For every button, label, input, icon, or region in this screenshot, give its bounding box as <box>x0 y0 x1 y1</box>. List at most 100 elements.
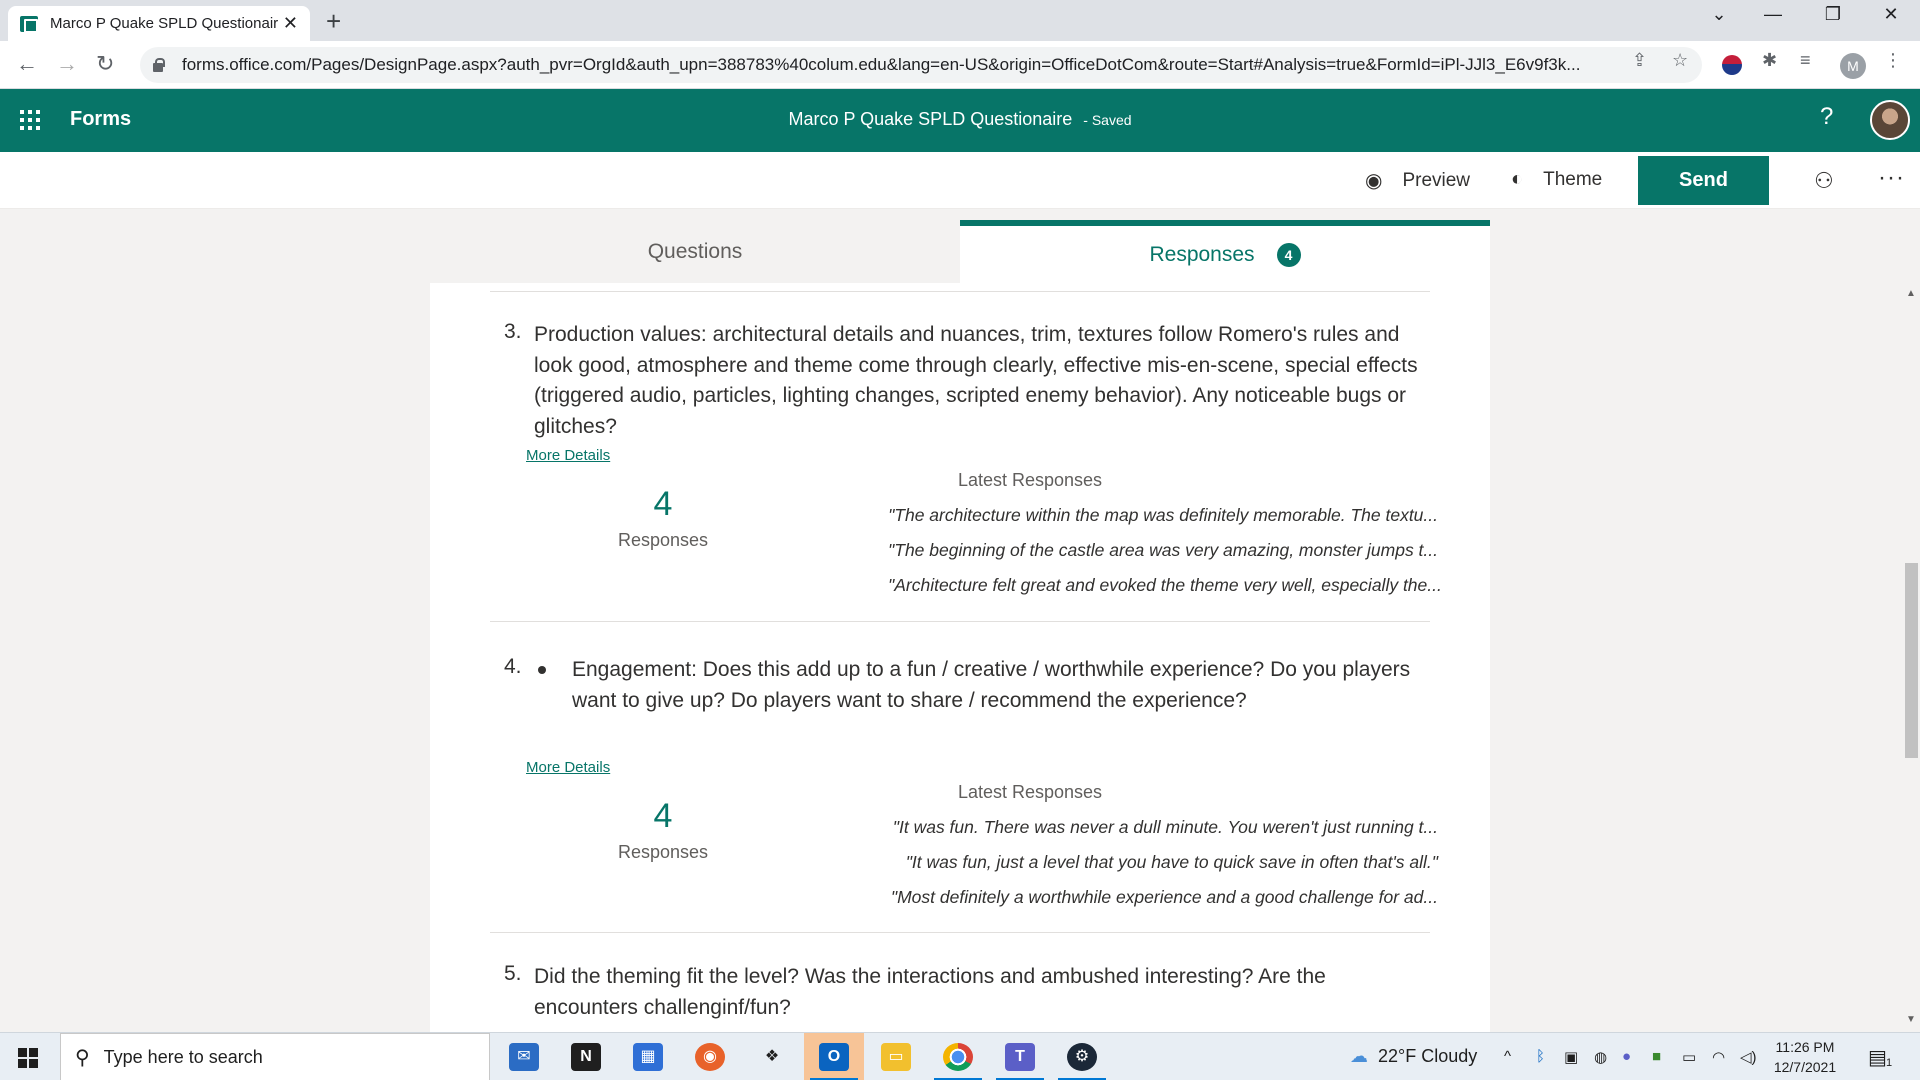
teams-tray-icon[interactable]: ● <box>1622 1048 1631 1065</box>
collaborate-icon[interactable]: ⚇ <box>1814 168 1834 194</box>
windows-taskbar: ⚲ Type here to search ✉ N ▦ ◉ ❖ O ▭ T ⚙ … <box>0 1032 1920 1080</box>
divider <box>490 291 1430 292</box>
clock-date: 12/7/2021 <box>1773 1059 1837 1075</box>
tray-overflow-icon[interactable]: ^ <box>1504 1048 1511 1065</box>
bookmark-star-icon[interactable]: ☆ <box>1672 50 1688 71</box>
steam-app-icon[interactable]: ⚙ <box>1052 1033 1112 1080</box>
divider <box>490 621 1430 622</box>
lock-icon[interactable] <box>152 58 165 72</box>
tab-responses[interactable]: Responses 4 <box>960 220 1490 283</box>
responses-panel: Questions Responses 4 3. Production valu… <box>430 220 1490 1032</box>
question-summary-3: 3. Production values: architectural deta… <box>490 320 1442 595</box>
new-tab-button[interactable]: + <box>326 6 341 36</box>
outlook-app-icon[interactable]: O <box>804 1033 864 1080</box>
more-options-icon[interactable]: ··· <box>1878 164 1905 192</box>
notification-count: 1 <box>1886 1057 1893 1069</box>
mail-app-icon[interactable]: ✉ <box>494 1033 554 1080</box>
teams-app-icon[interactable]: T <box>990 1033 1050 1080</box>
taskbar-clock[interactable]: 11:26 PM 12/7/2021 <box>1765 1037 1845 1077</box>
cloud-icon: ☁ <box>1350 1046 1368 1066</box>
extension-flag-icon[interactable] <box>1722 55 1742 75</box>
question-number: 3. <box>504 320 522 343</box>
windows-start-icon[interactable] <box>18 1048 38 1068</box>
address-bar-row: ← → ↻ forms.office.com/Pages/DesignPage.… <box>0 41 1920 89</box>
close-tab-icon[interactable]: ✕ <box>283 13 298 34</box>
omnibox[interactable]: forms.office.com/Pages/DesignPage.aspx?a… <box>140 47 1702 83</box>
scroll-up-icon[interactable]: ▲ <box>1906 288 1916 299</box>
reload-icon[interactable]: ↻ <box>96 51 114 77</box>
scroll-down-icon[interactable]: ▼ <box>1906 1014 1916 1025</box>
tray-app-icon[interactable]: ◍ <box>1594 1048 1607 1066</box>
response-count: 4 <box>653 485 673 523</box>
preview-button[interactable]: ◉ Preview <box>1365 168 1470 193</box>
volume-icon[interactable]: ◁) <box>1740 1048 1757 1066</box>
weather-widget[interactable]: ☁ 22°F Cloudy <box>1350 1046 1477 1067</box>
scrollbar-thumb[interactable] <box>1905 563 1918 758</box>
browser-tab-strip: Marco P Quake SPLD Questionaire ✕ + ⌄ — … <box>0 0 1920 41</box>
tab-questions[interactable]: Questions <box>430 220 960 283</box>
bluetooth-icon[interactable]: ᛒ <box>1536 1048 1545 1065</box>
forms-header: Forms Marco P Quake SPLD Questionaire - … <box>0 89 1920 152</box>
send-button[interactable]: Send <box>1638 156 1769 205</box>
question-summary-5: 5. Did the theming fit the level? Was th… <box>490 962 1430 1032</box>
browser-tab[interactable]: Marco P Quake SPLD Questionaire ✕ <box>8 6 310 41</box>
saved-status: - Saved <box>1083 112 1132 128</box>
divider <box>490 932 1430 933</box>
dropbox-app-icon[interactable]: ❖ <box>742 1033 802 1080</box>
responses-count-badge: 4 <box>1276 242 1301 267</box>
theme-button[interactable]: ◐ Theme <box>1511 168 1602 191</box>
latest-response: "Most definitely a worthwhile experience… <box>890 887 1438 907</box>
tab-bar: Questions Responses 4 <box>430 220 1490 283</box>
form-title-block: Marco P Quake SPLD Questionaire - Saved <box>0 109 1920 130</box>
tab-search-icon[interactable]: ⌄ <box>1696 4 1742 25</box>
response-count-label: Responses <box>617 530 709 550</box>
firefox-app-icon[interactable]: ◉ <box>680 1033 740 1080</box>
notification-center-icon[interactable]: ▤ <box>1868 1045 1887 1070</box>
url-text[interactable]: forms.office.com/Pages/DesignPage.aspx?a… <box>182 55 1642 75</box>
restore-icon[interactable]: ❐ <box>1810 4 1856 25</box>
latest-responses-heading: Latest Responses <box>957 782 1103 802</box>
question-summary-4: 4. Engagement: Does this add up to a fun… <box>490 652 1438 907</box>
browser-menu-icon[interactable]: ⋮ <box>1884 50 1902 71</box>
theme-label: Theme <box>1543 168 1603 190</box>
latest-response: "The architecture within the map was def… <box>888 505 1438 525</box>
help-icon[interactable]: ? <box>1820 103 1833 131</box>
response-count-label: Responses <box>617 842 709 862</box>
taskbar-search-box[interactable]: ⚲ Type here to search <box>60 1033 490 1080</box>
clock-time: 11:26 PM <box>1775 1039 1835 1055</box>
browser-tab-title: Marco P Quake SPLD Questionaire <box>50 15 278 32</box>
chrome-app-icon[interactable] <box>928 1033 988 1080</box>
question-number: 5. <box>504 962 522 985</box>
preview-label: Preview <box>1402 169 1471 191</box>
minimize-icon[interactable]: — <box>1750 4 1796 25</box>
nvidia-tray-icon[interactable]: ■ <box>1652 1048 1661 1065</box>
battery-icon[interactable]: ▭ <box>1682 1048 1696 1066</box>
latest-responses-heading: Latest Responses <box>957 470 1103 490</box>
share-page-icon[interactable]: ⇪ <box>1632 50 1647 71</box>
more-details-link[interactable]: More Details <box>526 447 610 464</box>
tray-app-icon[interactable]: ▣ <box>1564 1048 1578 1066</box>
extensions-puzzle-icon[interactable]: ✱ <box>1762 50 1777 71</box>
browser-profile-avatar[interactable]: M <box>1840 53 1866 79</box>
close-window-icon[interactable]: ✕ <box>1868 4 1914 25</box>
form-title: Marco P Quake SPLD Questionaire <box>788 109 1073 129</box>
latest-response: "It was fun, just a level that you have … <box>905 852 1438 872</box>
response-count: 4 <box>653 797 673 835</box>
more-details-link[interactable]: More Details <box>526 759 610 776</box>
question-text: Production values: architectural details… <box>534 323 1418 438</box>
user-avatar[interactable] <box>1870 100 1910 140</box>
eye-icon: ◉ <box>1365 170 1383 192</box>
file-explorer-app-icon[interactable]: ▭ <box>866 1033 926 1080</box>
media-control-icon[interactable]: ≡ <box>1800 50 1811 71</box>
forward-icon[interactable]: → <box>56 51 78 77</box>
tab-questions-label: Questions <box>647 239 743 263</box>
forms-favicon-icon <box>20 15 38 33</box>
question-text: Engagement: Does this add up to a fun / … <box>572 658 1411 712</box>
wifi-icon[interactable]: ◠ <box>1712 1048 1725 1066</box>
store-app-icon[interactable]: ▦ <box>618 1033 678 1080</box>
latest-response: "Architecture felt great and evoked the … <box>888 575 1442 595</box>
question-number: 4. <box>504 655 522 678</box>
question-text: Did the theming fit the level? Was the i… <box>534 965 1326 1019</box>
back-icon[interactable]: ← <box>16 51 38 77</box>
notion-app-icon[interactable]: N <box>556 1033 616 1080</box>
